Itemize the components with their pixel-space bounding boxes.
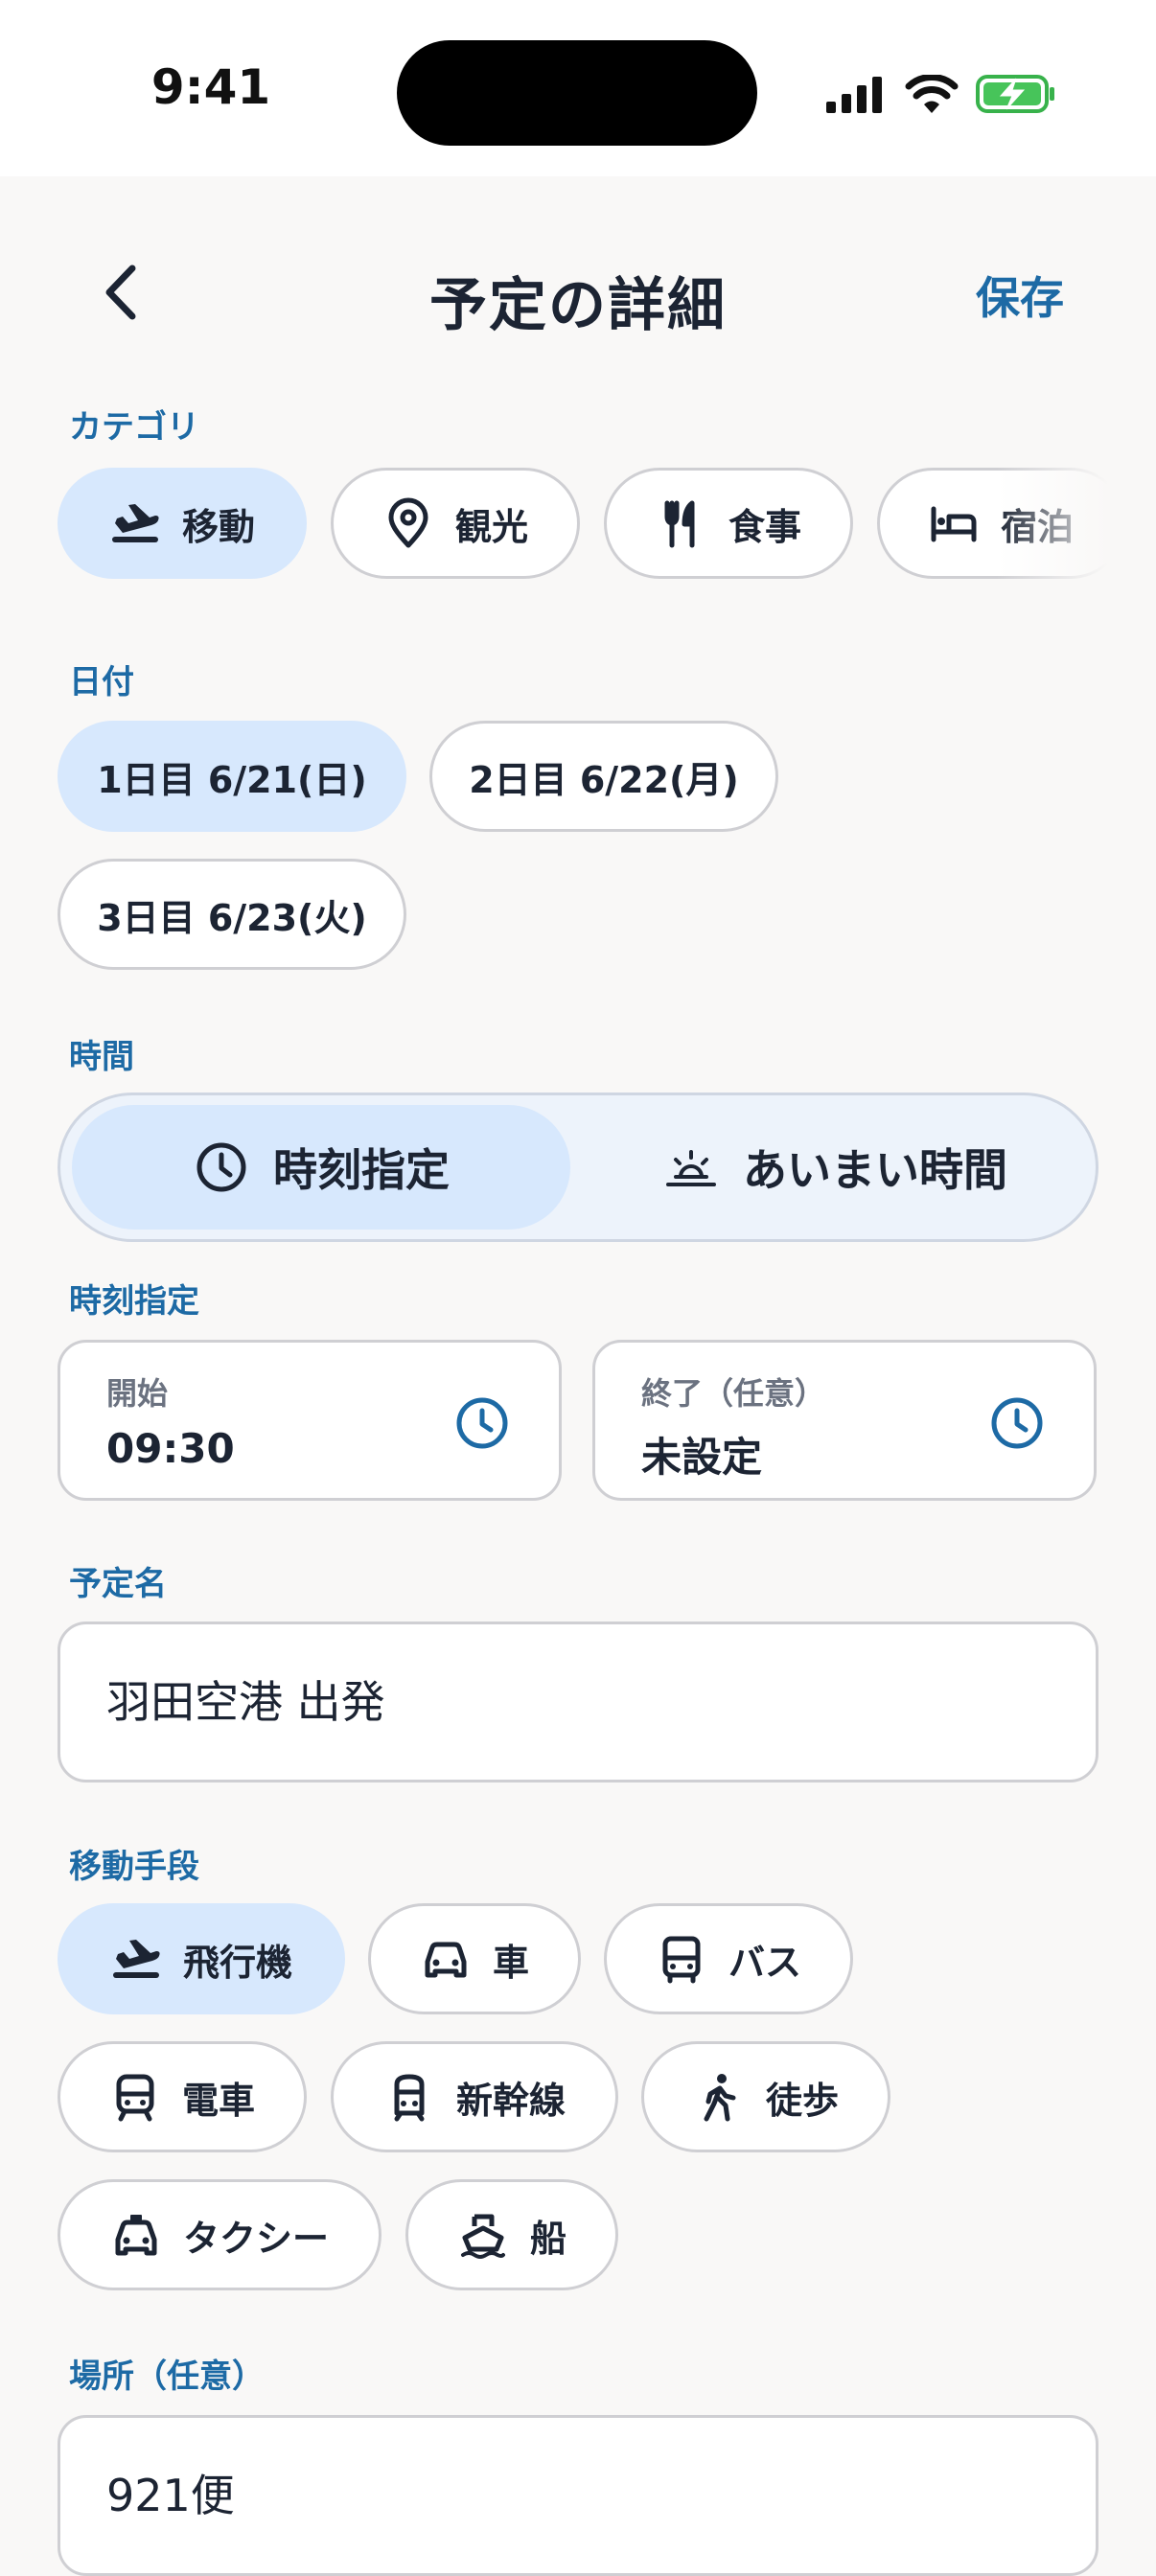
- transport-chip-walk[interactable]: 徒歩: [641, 2041, 890, 2152]
- plane-icon: [110, 1933, 162, 1985]
- train-icon: [109, 2071, 161, 2123]
- wifi-icon: [905, 75, 959, 113]
- date-chip-day1[interactable]: 1日目 6/21(日): [58, 721, 406, 832]
- dynamic-island: [397, 40, 757, 146]
- transport-chip-label: バス: [728, 1941, 801, 1984]
- date-chip-day2[interactable]: 2日目 6/22(月): [429, 721, 778, 832]
- transport-chip-bus[interactable]: バス: [604, 1903, 853, 2014]
- time-mode-segmented-control: 時刻指定 あいまい時間: [58, 1092, 1098, 1242]
- category-chip-label: 移動: [181, 505, 255, 548]
- category-label: カテゴリ: [69, 408, 199, 447]
- transport-chip-train[interactable]: 電車: [58, 2041, 307, 2152]
- clock-icon: [991, 1397, 1043, 1449]
- date-chip-day3[interactable]: 3日目 6/23(火): [58, 859, 406, 970]
- nav-bar: 予定の詳細 保存: [0, 230, 1156, 355]
- bus-icon: [656, 1933, 707, 1985]
- place-input[interactable]: 921便: [58, 2415, 1098, 2576]
- transport-chip-label: 新幹線: [455, 2079, 566, 2122]
- start-time-value: 09:30: [106, 1425, 235, 1472]
- category-chip-label: 宿泊: [1001, 505, 1075, 548]
- transport-chip-label: 電車: [181, 2079, 255, 2122]
- transport-chip-plane[interactable]: 飛行機: [58, 1903, 345, 2014]
- date-label: 日付: [69, 663, 134, 702]
- time-spec-label: 時刻指定: [69, 1282, 199, 1321]
- start-time-field[interactable]: 開始 09:30: [58, 1340, 562, 1501]
- place-label: 場所（任意）: [69, 2358, 265, 2396]
- taxi-icon: [110, 2209, 162, 2261]
- time-mode-exact-label: 時刻指定: [273, 1144, 450, 1196]
- walk-icon: [693, 2071, 745, 2123]
- transport-chip-label: 徒歩: [765, 2079, 839, 2122]
- back-button[interactable]: [92, 259, 150, 326]
- map-pin-icon: [382, 497, 434, 549]
- category-chip-move[interactable]: 移動: [58, 468, 307, 579]
- car-icon: [420, 1933, 472, 1985]
- plane-icon: [109, 497, 161, 549]
- bed-icon: [928, 497, 980, 549]
- time-mode-vague[interactable]: あいまい時間: [586, 1105, 1084, 1230]
- transport-chip-shinkansen[interactable]: 新幹線: [331, 2041, 618, 2152]
- ship-icon: [457, 2209, 509, 2261]
- transport-chip-ship[interactable]: 船: [405, 2179, 618, 2290]
- transport-chip-label: 船: [529, 2217, 566, 2260]
- transport-chip-car[interactable]: 車: [368, 1903, 581, 2014]
- chevron-left-icon: [105, 264, 136, 320]
- shinkansen-icon: [383, 2071, 435, 2123]
- category-chip-stay[interactable]: 宿泊: [877, 468, 1126, 579]
- clock-icon: [456, 1397, 508, 1449]
- fork-knife-icon: [656, 497, 707, 549]
- end-time-label: 終了（任意）: [641, 1375, 826, 1412]
- category-chip-meal[interactable]: 食事: [604, 468, 853, 579]
- transport-chip-label: タクシー: [182, 2217, 329, 2260]
- battery-icon: [976, 75, 1054, 113]
- event-name-input[interactable]: 羽田空港 出発: [58, 1622, 1098, 1782]
- category-chip-sightseeing[interactable]: 観光: [331, 468, 580, 579]
- event-name-label: 予定名: [69, 1565, 167, 1603]
- status-bar: 9:41: [0, 0, 1156, 176]
- category-chip-label: 観光: [454, 505, 528, 548]
- sunrise-icon: [666, 1150, 716, 1186]
- save-button[interactable]: 保存: [976, 264, 1064, 327]
- time-mode-vague-label: あいまい時間: [743, 1144, 1007, 1196]
- category-chip-label: 食事: [728, 505, 801, 548]
- transport-chip-label: 飛行機: [182, 1941, 292, 1984]
- transport-label: 移動手段: [69, 1848, 199, 1886]
- signal-icon: [826, 77, 882, 113]
- end-time-value: 未設定: [641, 1434, 763, 1481]
- status-time: 9:41: [150, 59, 271, 115]
- time-label: 時間: [69, 1038, 134, 1076]
- end-time-field[interactable]: 終了（任意） 未設定: [592, 1340, 1097, 1501]
- start-time-label: 開始: [106, 1375, 169, 1412]
- clock-icon: [197, 1142, 246, 1192]
- transport-chip-label: 車: [492, 1941, 529, 1984]
- transport-chip-taxi[interactable]: タクシー: [58, 2179, 381, 2290]
- time-mode-exact[interactable]: 時刻指定: [72, 1105, 570, 1230]
